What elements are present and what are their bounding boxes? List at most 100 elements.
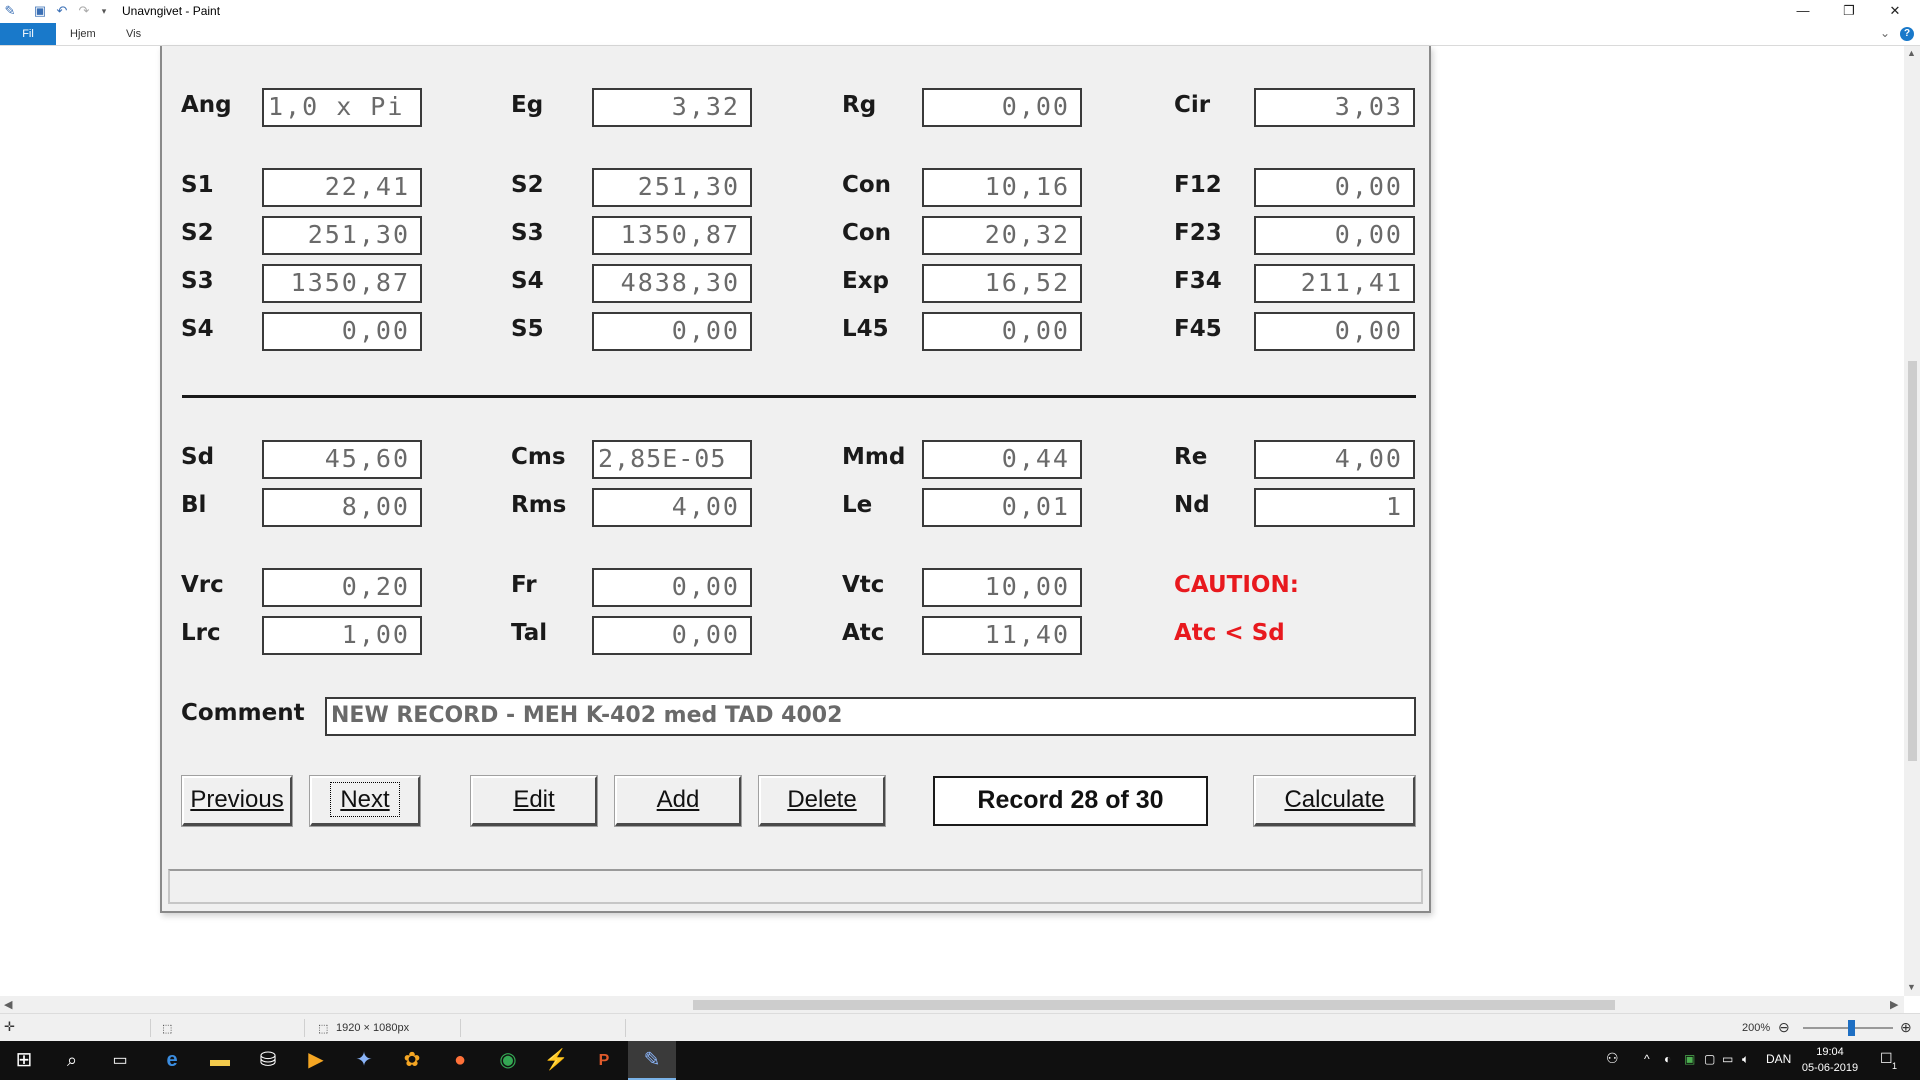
task-view-icon[interactable]: ▭: [96, 1041, 144, 1080]
field-mmd[interactable]: 0,44: [922, 440, 1082, 479]
scroll-down-icon[interactable]: ▼: [1907, 982, 1916, 992]
field-bl[interactable]: 8,00: [262, 488, 422, 527]
field-s2[interactable]: 251,30: [592, 168, 752, 207]
edit-button[interactable]: Edit: [471, 776, 597, 826]
paint-taskbar-icon[interactable]: ✎: [628, 1041, 676, 1080]
lightning-app-icon[interactable]: ⚡: [532, 1041, 580, 1080]
edge-browser-icon[interactable]: e: [148, 1041, 196, 1080]
field-s3[interactable]: 1350,87: [592, 216, 752, 255]
horizontal-scrollbar[interactable]: ◀ ▶: [0, 996, 1904, 1013]
field-lrc[interactable]: 1,00: [262, 616, 422, 655]
action-center-icon[interactable]: ☐: [1880, 1050, 1893, 1067]
volume-icon[interactable]: 🔈︎: [1742, 1052, 1749, 1067]
field-vtc[interactable]: 10,00: [922, 568, 1082, 607]
field-exp[interactable]: 16,52: [922, 264, 1082, 303]
field-eg[interactable]: 3,32: [592, 88, 752, 127]
field-f23[interactable]: 0,00: [1254, 216, 1415, 255]
tab-view[interactable]: Vis: [126, 26, 141, 46]
scroll-up-icon[interactable]: ▲: [1907, 48, 1916, 58]
undo-icon[interactable]: ↶: [54, 3, 70, 19]
field-con-1[interactable]: 10,16: [922, 168, 1082, 207]
help-icon[interactable]: ?: [1900, 27, 1914, 41]
zoom-in-icon[interactable]: ⊕: [1900, 1019, 1912, 1036]
tray-app-icon-3[interactable]: ▢: [1704, 1052, 1715, 1066]
field-fr[interactable]: 0,00: [592, 568, 752, 607]
media-player-icon[interactable]: ▶: [292, 1041, 340, 1080]
label-eg: Eg: [511, 92, 544, 118]
next-button[interactable]: Next: [310, 776, 420, 826]
field-tal[interactable]: 0,00: [592, 616, 752, 655]
show-hidden-icons-icon[interactable]: ^: [1644, 1052, 1650, 1066]
field-re[interactable]: 4,00: [1254, 440, 1415, 479]
app-icon-2[interactable]: ✿: [388, 1041, 436, 1080]
field-l45[interactable]: 0,00: [922, 312, 1082, 351]
tab-file[interactable]: Fil: [0, 23, 56, 45]
calculate-button[interactable]: Calculate: [1254, 776, 1415, 826]
delete-button[interactable]: Delete: [759, 776, 885, 826]
close-button[interactable]: ✕: [1872, 0, 1918, 23]
horizontal-scroll-thumb[interactable]: [693, 1000, 1615, 1010]
label-nd: Nd: [1174, 492, 1210, 518]
zoom-slider-thumb[interactable]: [1848, 1020, 1855, 1036]
vertical-scroll-thumb[interactable]: [1908, 361, 1917, 761]
people-icon[interactable]: ⚇: [1606, 1050, 1619, 1067]
network-icon[interactable]: ▭: [1722, 1052, 1733, 1066]
firefox-icon[interactable]: ●: [436, 1041, 484, 1080]
save-icon[interactable]: ▣: [32, 3, 48, 19]
clock[interactable]: 19:04 05-06-2019: [1787, 1044, 1873, 1076]
comment-field[interactable]: NEW RECORD - MEH K-402 med TAD 4002: [325, 697, 1416, 736]
tray-app-icon[interactable]: ◐: [1664, 1052, 1671, 1066]
comment-label: Comment: [181, 700, 305, 726]
powerpoint-icon[interactable]: P: [580, 1041, 628, 1080]
field-f34[interactable]: 211,41: [1254, 264, 1415, 303]
field-s2-left[interactable]: 251,30: [262, 216, 422, 255]
app-icon-1[interactable]: ✦: [340, 1041, 388, 1080]
zoom-out-icon[interactable]: ⊖: [1778, 1019, 1790, 1036]
field-s5[interactable]: 0,00: [592, 312, 752, 351]
field-s1[interactable]: 22,41: [262, 168, 422, 207]
field-cms[interactable]: 2,85E-05: [592, 440, 752, 479]
previous-button[interactable]: Previous: [182, 776, 292, 826]
paint-app-icon: ✎: [4, 3, 16, 18]
field-rg[interactable]: 0,00: [922, 88, 1082, 127]
field-f45[interactable]: 0,00: [1254, 312, 1415, 351]
field-nd[interactable]: 1: [1254, 488, 1415, 527]
label-f34: F34: [1174, 268, 1222, 294]
label-cir: Cir: [1174, 92, 1211, 118]
restore-button[interactable]: ❐: [1826, 0, 1872, 23]
field-cir[interactable]: 3,03: [1254, 88, 1415, 127]
field-sd[interactable]: 45,60: [262, 440, 422, 479]
minimize-button[interactable]: —: [1780, 0, 1826, 23]
chrome-icon[interactable]: ◉: [484, 1041, 532, 1080]
add-button[interactable]: Add: [615, 776, 741, 826]
field-s4-left[interactable]: 0,00: [262, 312, 422, 351]
field-ang[interactable]: 1,0 x Pi: [262, 88, 422, 127]
file-explorer-icon[interactable]: ▬: [196, 1041, 244, 1080]
clock-time: 19:04: [1816, 1046, 1844, 1058]
field-rms[interactable]: 4,00: [592, 488, 752, 527]
app-status-bar: [168, 869, 1423, 904]
field-atc[interactable]: 11,40: [922, 616, 1082, 655]
field-le[interactable]: 0,01: [922, 488, 1082, 527]
field-s3-left[interactable]: 1350,87: [262, 264, 422, 303]
windows-start-icon[interactable]: ⊞: [0, 1041, 48, 1080]
label-cms: Cms: [511, 444, 566, 470]
field-f12[interactable]: 0,00: [1254, 168, 1415, 207]
search-icon[interactable]: ⌕: [48, 1041, 96, 1080]
field-vrc[interactable]: 0,20: [262, 568, 422, 607]
field-con-2[interactable]: 20,32: [922, 216, 1082, 255]
scroll-right-icon[interactable]: ▶: [1890, 998, 1898, 1011]
customize-quick-access-icon[interactable]: ▾: [96, 3, 112, 19]
status-separator: [625, 1019, 626, 1037]
status-separator: [150, 1019, 151, 1037]
redo-icon[interactable]: ↷: [76, 3, 92, 19]
vertical-scrollbar[interactable]: ▲ ▼: [1904, 46, 1920, 996]
tray-app-icon-2[interactable]: ▣: [1684, 1052, 1695, 1066]
label-vrc: Vrc: [181, 572, 224, 598]
store-icon[interactable]: ⛁: [244, 1041, 292, 1080]
tab-home[interactable]: Hjem: [70, 26, 96, 46]
field-s4[interactable]: 4838,30: [592, 264, 752, 303]
label-s4: S4: [181, 316, 214, 342]
scroll-left-icon[interactable]: ◀: [4, 998, 12, 1011]
ribbon-collapse-icon[interactable]: ⌄: [1880, 26, 1890, 40]
